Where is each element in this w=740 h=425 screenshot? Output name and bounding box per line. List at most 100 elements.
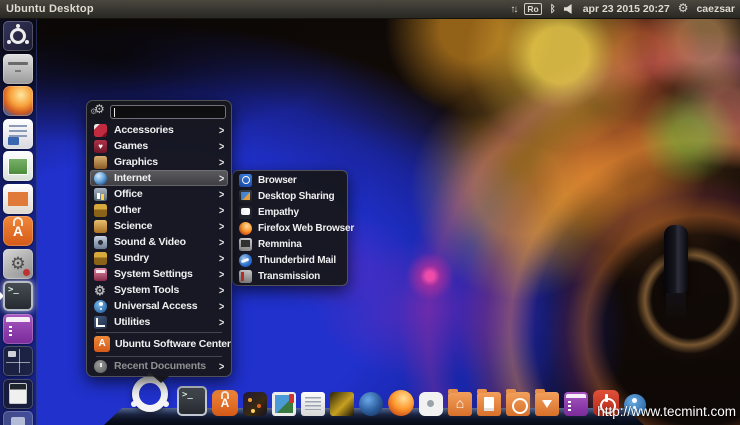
dock-terminal-icon[interactable] <box>177 386 207 416</box>
submenu-item-firefox[interactable]: Firefox Web Browser <box>236 220 344 236</box>
submenu-item-empathy[interactable]: Empathy <box>236 204 344 220</box>
dock-image-viewer-icon[interactable] <box>272 392 296 416</box>
dock-libreoffice-icon[interactable] <box>301 392 325 416</box>
dock-purple-app-icon[interactable] <box>564 392 588 416</box>
keyboard-layout-indicator[interactable]: Ro <box>524 3 541 15</box>
firefox-icon <box>239 222 252 235</box>
menu-item-sound-video[interactable]: Sound & Video <box>90 234 228 250</box>
chevron-right-icon <box>219 156 224 169</box>
text-caret <box>114 108 115 117</box>
submenu-item-desktop-sharing[interactable]: Desktop Sharing <box>236 188 344 204</box>
dock-firefox-icon[interactable] <box>388 390 414 416</box>
menu-search-row <box>87 101 231 120</box>
menu-separator <box>96 356 222 357</box>
menu-item-software-center[interactable]: Ubuntu Software Center <box>90 334 228 354</box>
session-gear-icon[interactable] <box>678 0 689 18</box>
submenu-item-remmina[interactable]: Remmina <box>236 236 344 252</box>
launcher-trash[interactable] <box>3 411 33 425</box>
dock-home-folder-icon[interactable] <box>448 392 472 416</box>
launcher-libreoffice-impress[interactable] <box>3 184 33 214</box>
chevron-right-icon <box>219 360 224 373</box>
watermark: http://www.tecmint.com <box>597 404 736 419</box>
dock-photo-manager-icon[interactable] <box>243 392 267 416</box>
desktop-sharing-icon <box>239 190 252 203</box>
menu-item-recent-documents[interactable]: Recent Documents <box>90 358 228 374</box>
chevron-right-icon <box>219 140 224 153</box>
unity-launcher <box>0 19 37 425</box>
launcher-libreoffice-writer[interactable] <box>3 119 33 149</box>
menu-item-sundry[interactable]: Sundry <box>90 250 228 266</box>
chevron-right-icon <box>219 124 224 137</box>
launcher-ubuntu-dash[interactable] <box>3 21 33 51</box>
chevron-right-icon <box>219 268 224 281</box>
applications-menu: Accessories Games Graphics Internet Offi… <box>86 100 232 377</box>
launcher-system-settings[interactable] <box>3 249 33 279</box>
dock-software-center-icon[interactable] <box>212 390 238 416</box>
chevron-right-icon <box>219 236 224 249</box>
graphics-icon <box>94 156 107 169</box>
applications-gears-icon <box>91 105 110 120</box>
dock-web-browser-icon[interactable] <box>359 392 383 416</box>
menu-item-accessories[interactable]: Accessories <box>90 122 228 138</box>
dock-documents-folder-icon[interactable] <box>477 392 501 416</box>
bottom-dock <box>104 371 644 425</box>
top-panel: Ubuntu Desktop Ro apr 23 2015 20:27 caez… <box>0 0 740 19</box>
empathy-icon <box>239 206 252 219</box>
chevron-right-icon <box>219 300 224 313</box>
office-icon <box>94 188 107 201</box>
launcher-removable-media[interactable] <box>3 379 33 409</box>
dock-recent-folder-icon[interactable] <box>506 392 530 416</box>
menu-pointer-tail <box>153 376 169 383</box>
submenu-item-browser[interactable]: Browser <box>236 172 344 188</box>
menu-item-utilities[interactable]: Utilities <box>90 314 228 330</box>
clock-indicator[interactable]: apr 23 2015 20:27 <box>583 3 670 15</box>
chevron-right-icon <box>219 220 224 233</box>
bluetooth-icon[interactable] <box>550 1 556 18</box>
chevron-right-icon <box>219 204 224 217</box>
menu-separator <box>96 332 222 333</box>
turntable-spindle <box>664 225 688 293</box>
universal-access-icon <box>94 300 107 313</box>
launcher-terminal[interactable] <box>3 281 33 311</box>
username-indicator[interactable]: caezsar <box>696 3 735 15</box>
submenu-item-transmission[interactable]: Transmission <box>236 268 344 284</box>
indicator-area: Ro apr 23 2015 20:27 caezsar <box>510 0 735 18</box>
remmina-icon <box>239 238 252 251</box>
launcher-software-center[interactable] <box>3 216 33 246</box>
recent-documents-icon <box>94 360 107 373</box>
dock-icons <box>128 372 646 416</box>
launcher-firefox[interactable] <box>3 86 33 116</box>
menu-item-games[interactable]: Games <box>90 138 228 154</box>
menu-item-universal-access[interactable]: Universal Access <box>90 298 228 314</box>
menu-search-input[interactable] <box>110 105 226 119</box>
chevron-right-icon <box>219 316 224 329</box>
chevron-right-icon <box>219 252 224 265</box>
chevron-right-icon <box>219 284 224 297</box>
volume-icon[interactable] <box>564 4 575 14</box>
menu-item-system-tools[interactable]: System Tools <box>90 282 228 298</box>
software-center-icon <box>94 336 110 352</box>
launcher-workspace-switcher[interactable] <box>3 346 33 376</box>
chevron-right-icon <box>219 172 224 185</box>
dock-downloads-folder-icon[interactable] <box>535 392 559 416</box>
panel-title: Ubuntu Desktop <box>6 3 94 15</box>
menu-item-science[interactable]: Science <box>90 218 228 234</box>
launcher-libreoffice-calc[interactable] <box>3 151 33 181</box>
other-icon <box>94 204 107 217</box>
sundry-icon <box>94 252 107 265</box>
dock-pictures-icon[interactable] <box>330 392 354 416</box>
launcher-files[interactable] <box>3 54 33 84</box>
launcher-purple-app[interactable] <box>3 314 33 344</box>
menu-item-system-settings[interactable]: System Settings <box>90 266 228 282</box>
sound-video-icon <box>94 236 107 249</box>
menu-items: Accessories Games Graphics Internet Offi… <box>87 120 231 374</box>
internet-globe-icon <box>94 172 107 185</box>
menu-item-graphics[interactable]: Graphics <box>90 154 228 170</box>
submenu-item-thunderbird[interactable]: Thunderbird Mail <box>236 252 344 268</box>
dock-messaging-icon[interactable] <box>419 392 443 416</box>
accessories-icon <box>94 124 107 137</box>
menu-item-other[interactable]: Other <box>90 202 228 218</box>
menu-item-internet[interactable]: Internet <box>90 170 228 186</box>
menu-item-office[interactable]: Office <box>90 186 228 202</box>
network-traffic-icon[interactable] <box>510 1 516 18</box>
